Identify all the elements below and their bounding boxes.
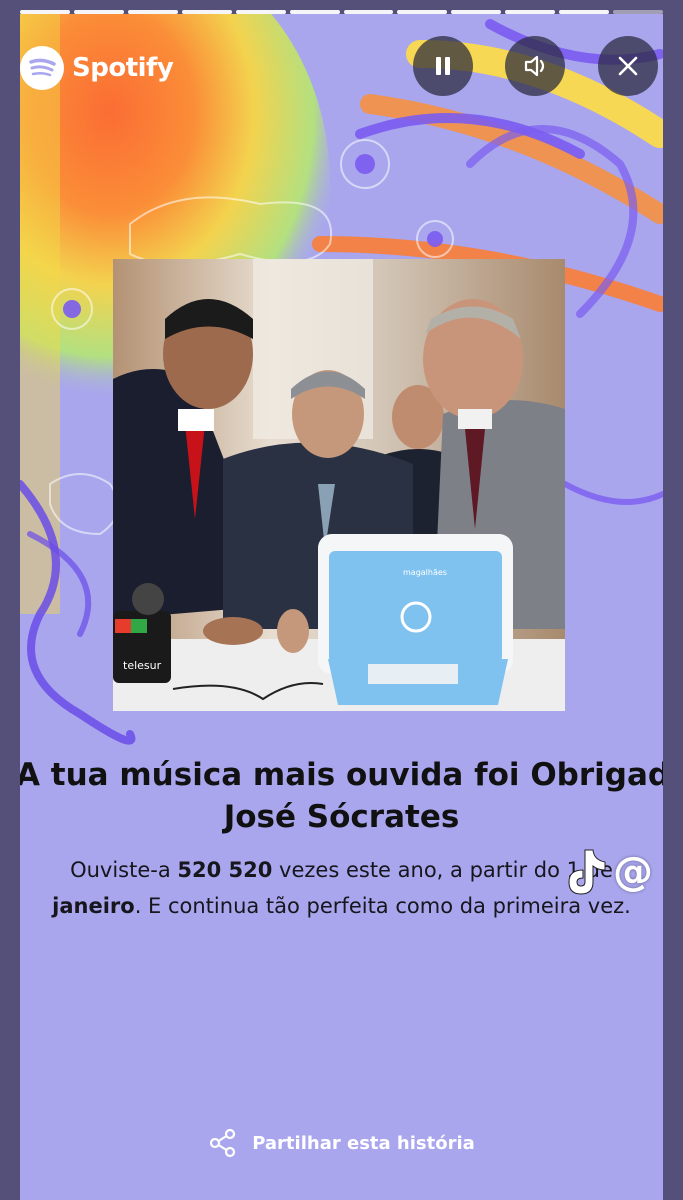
top-song-cover-photo: magalhães telesur (113, 259, 565, 711)
tiktok-icon (568, 849, 606, 895)
spotify-brand: Spotify (20, 46, 174, 90)
share-label: Partilhar esta história (252, 1132, 475, 1154)
mic-flag-label: telesur (123, 659, 162, 672)
at-symbol: @ (613, 849, 653, 895)
start-month: janeiro (52, 894, 135, 918)
share-icon (210, 1128, 236, 1158)
spotify-logo-icon (20, 46, 64, 90)
photo-of-four-men-with-laptop: magalhães telesur (113, 259, 565, 711)
story-card: Spotify magalhães telesur A tua música m… (20, 14, 663, 1200)
title-line-1: A tua música mais ouvida foi Obrigado (20, 757, 663, 793)
close-icon (618, 56, 638, 76)
pause-icon (436, 57, 450, 75)
speaker-icon (524, 55, 545, 77)
story-title: A tua música mais ouvida foi Obrigado Jo… (20, 754, 663, 838)
body-part-1: Ouviste-a (70, 858, 178, 882)
play-count: 520 520 (177, 858, 273, 882)
tiktok-watermark: @ (563, 846, 653, 898)
body-part-3: . E continua tão perfeita como da primei… (134, 894, 631, 918)
story-description: Ouviste-a 520 520 vezes este ano, a part… (40, 852, 643, 924)
share-story-button[interactable]: Partilhar esta história (20, 1128, 663, 1158)
brand-name: Spotify (72, 53, 174, 83)
laptop-brand-label: magalhães (403, 568, 447, 577)
title-line-2: José Sócrates (223, 799, 460, 835)
sound-button[interactable] (505, 36, 565, 96)
pause-button[interactable] (413, 36, 473, 96)
close-button[interactable] (598, 36, 658, 96)
body-part-2: vezes este ano, a partir do 1 de (272, 858, 613, 882)
